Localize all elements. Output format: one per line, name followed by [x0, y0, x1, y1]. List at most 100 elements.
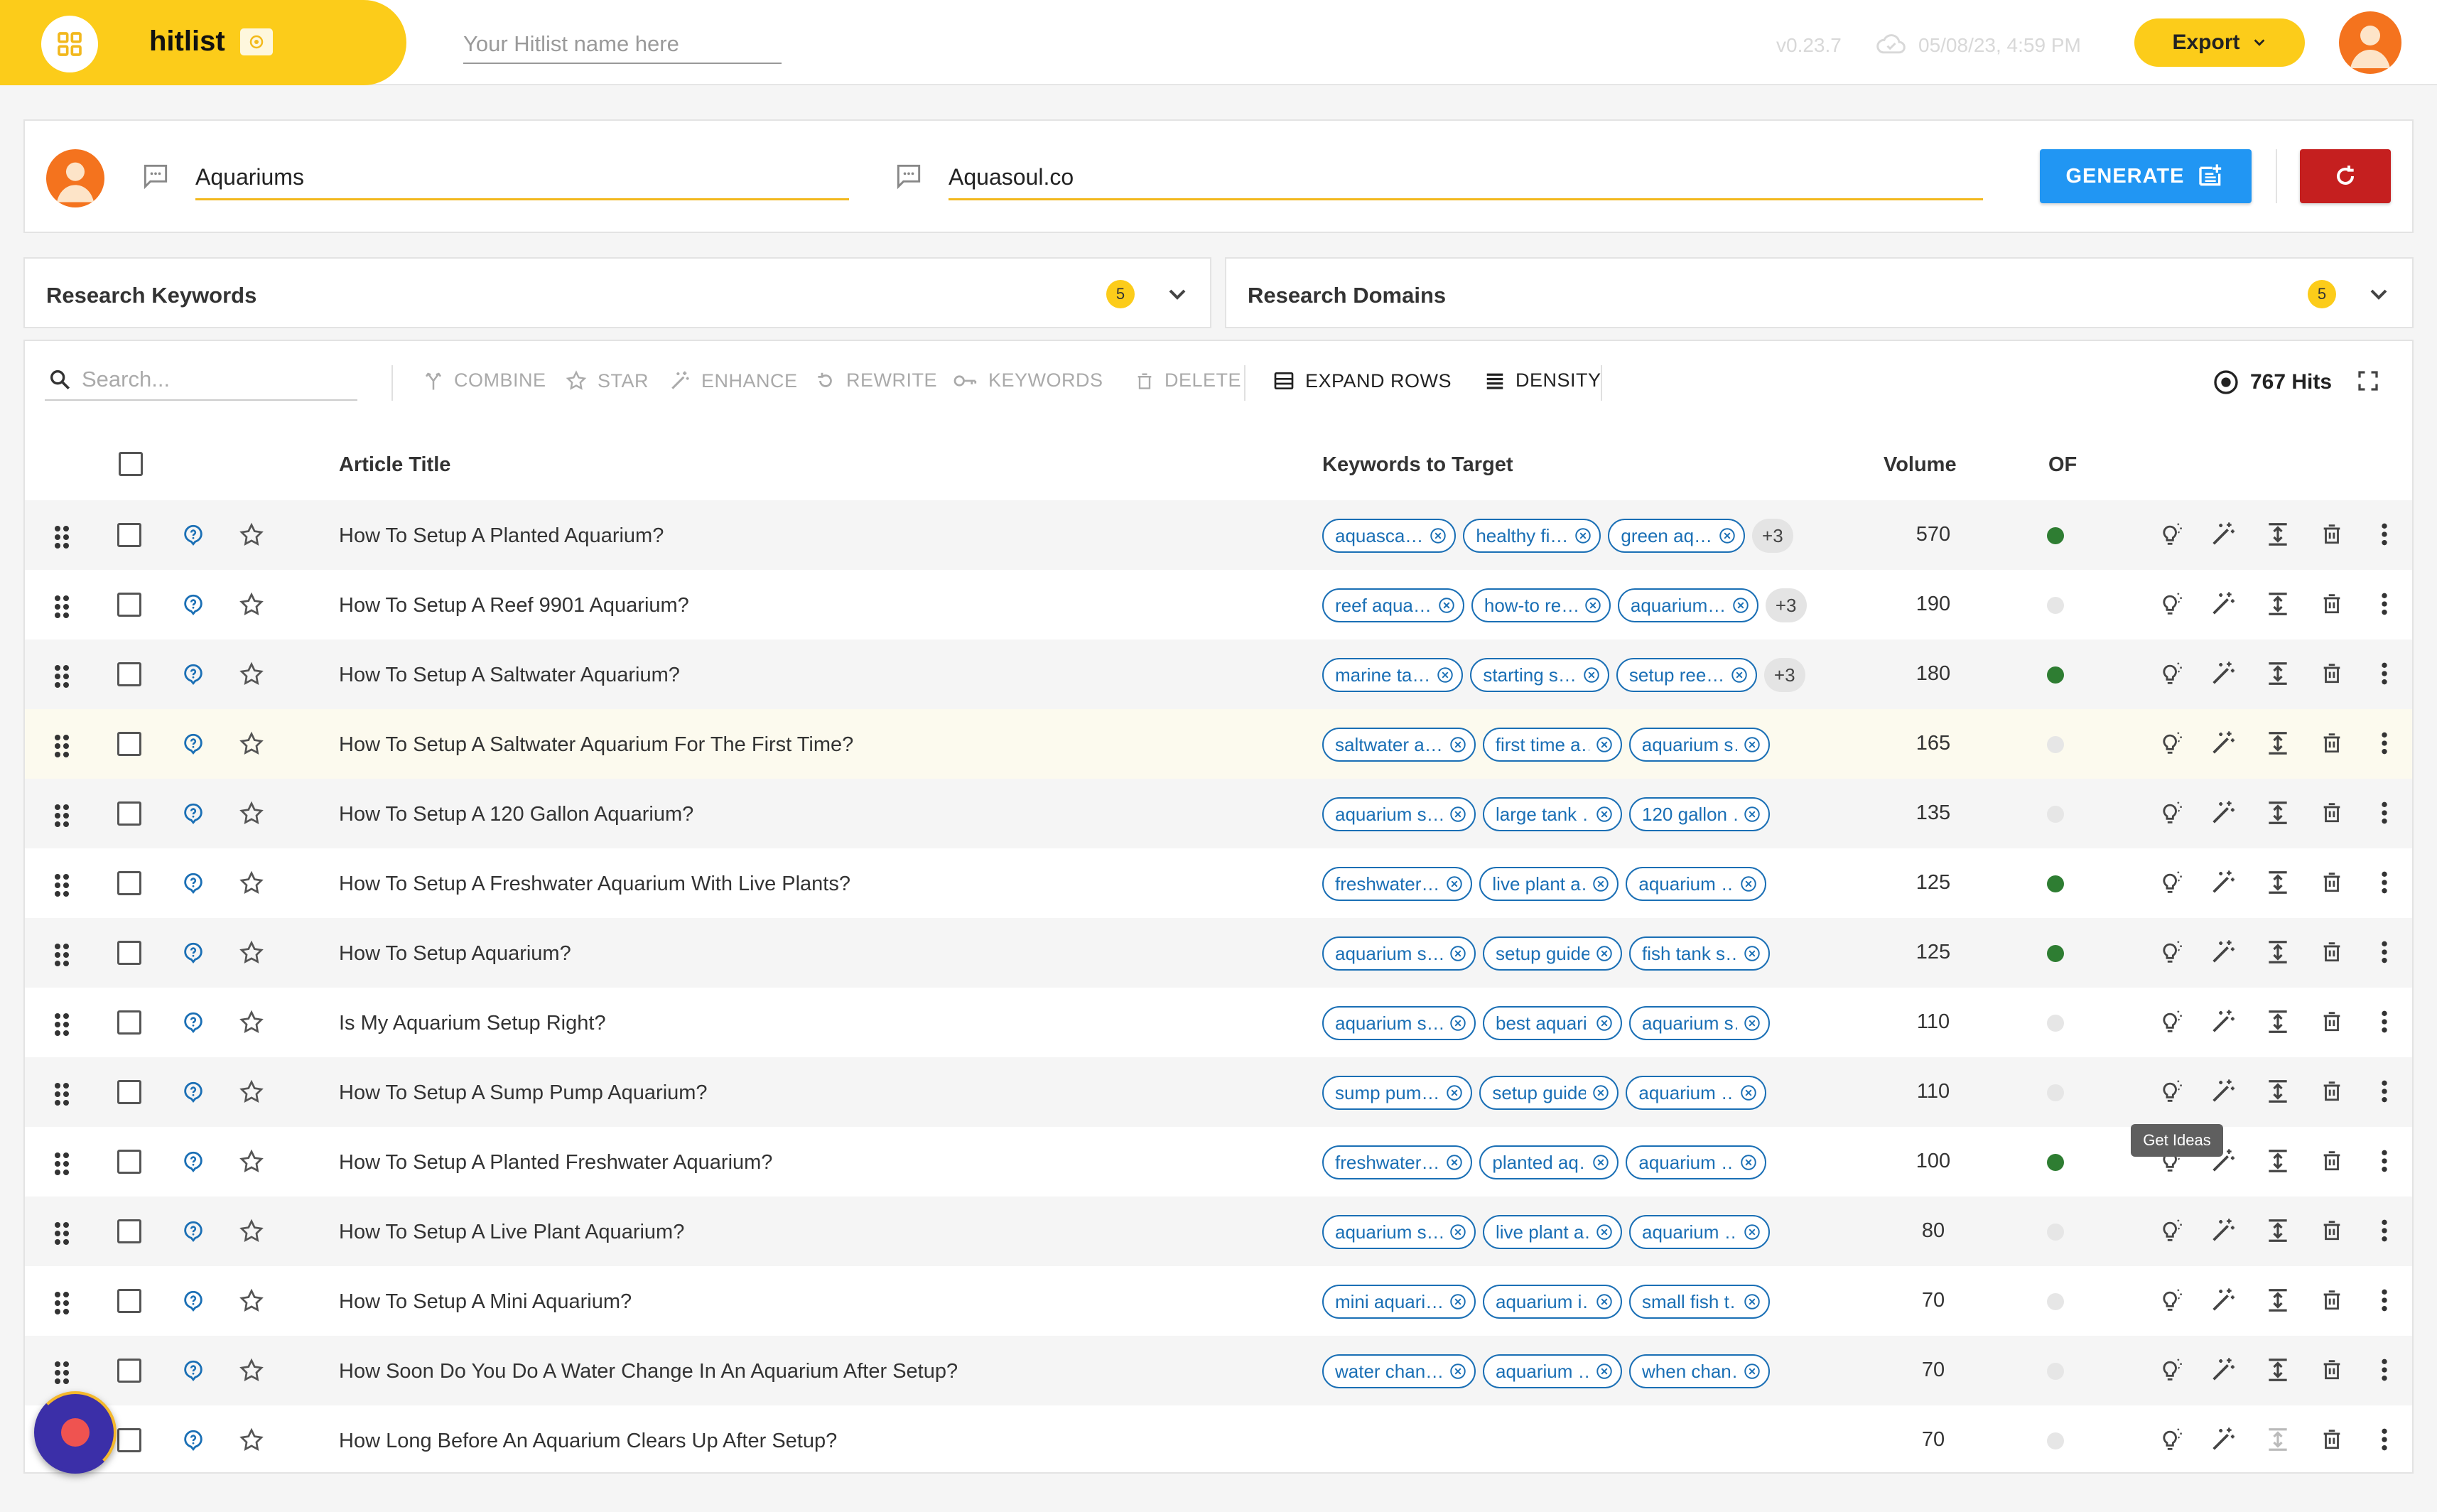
remove-chip-icon[interactable] — [1718, 526, 1736, 545]
star-icon[interactable] — [238, 591, 265, 618]
lightbulb-icon[interactable] — [2156, 1356, 2185, 1384]
generate-button[interactable]: GENERATE — [2040, 149, 2252, 203]
table-row[interactable]: How To Setup A Planted Freshwater Aquari… — [25, 1127, 2412, 1197]
star-icon[interactable] — [238, 1357, 265, 1384]
expand-icon[interactable] — [2264, 590, 2291, 618]
keyword-chip[interactable]: aquarium… — [1617, 588, 1758, 622]
expand-icon[interactable] — [2264, 799, 2291, 827]
remove-chip-icon[interactable] — [1445, 875, 1464, 893]
magic-wand-icon[interactable] — [2209, 659, 2237, 688]
more-keywords-chip[interactable]: +3 — [1765, 588, 1807, 622]
remove-chip-icon[interactable] — [1449, 1292, 1467, 1311]
remove-chip-icon[interactable] — [1743, 1362, 1761, 1381]
keyword-chip[interactable]: aquarium s… — [1628, 728, 1770, 762]
rewrite-button[interactable]: REWRITE — [815, 369, 937, 392]
lightbulb-icon[interactable] — [2156, 1077, 2185, 1106]
remove-chip-icon[interactable] — [1592, 875, 1610, 893]
remove-chip-icon[interactable] — [1574, 526, 1592, 545]
info-icon[interactable] — [181, 1080, 205, 1104]
star-icon[interactable] — [238, 730, 265, 757]
trash-icon[interactable] — [2320, 1286, 2344, 1313]
remove-chip-icon[interactable] — [1595, 1014, 1614, 1032]
info-icon[interactable] — [181, 1219, 205, 1243]
remove-chip-icon[interactable] — [1592, 1084, 1610, 1102]
drag-handle-icon[interactable] — [52, 593, 72, 621]
keyword-chip[interactable]: sump pum… — [1322, 1076, 1473, 1110]
column-volume[interactable]: Volume — [1884, 453, 1957, 477]
lightbulb-icon[interactable] — [2156, 1216, 2185, 1245]
remove-chip-icon[interactable] — [1743, 1014, 1761, 1032]
info-icon[interactable] — [181, 1150, 205, 1174]
keyword-chip[interactable]: saltwater a… — [1322, 728, 1476, 762]
info-icon[interactable] — [181, 1359, 205, 1383]
keyword-chip[interactable]: healthy fi… — [1463, 519, 1601, 553]
drag-handle-icon[interactable] — [52, 1010, 72, 1039]
expand-icon[interactable] — [2264, 659, 2291, 688]
lightbulb-icon[interactable] — [2156, 729, 2185, 757]
remove-chip-icon[interactable] — [1595, 1292, 1614, 1311]
keyword-chip[interactable]: live plant a… — [1483, 1215, 1622, 1249]
magic-wand-icon[interactable] — [2209, 868, 2237, 897]
keyword-chip[interactable]: freshwater… — [1322, 1145, 1473, 1179]
remove-chip-icon[interactable] — [1739, 1084, 1758, 1102]
remove-chip-icon[interactable] — [1595, 735, 1614, 754]
remove-chip-icon[interactable] — [1584, 596, 1602, 615]
remove-chip-icon[interactable] — [1436, 666, 1454, 684]
star-icon[interactable] — [238, 1218, 265, 1245]
row-checkbox[interactable] — [117, 801, 141, 826]
more-vert-icon[interactable] — [2379, 938, 2389, 966]
table-row[interactable]: How To Setup A 120 Gallon Aquarium? aqua… — [25, 779, 2412, 848]
row-checkbox[interactable] — [117, 1219, 141, 1243]
info-icon[interactable] — [181, 1428, 205, 1452]
table-row[interactable]: How To Setup A Sump Pump Aquarium? sump … — [25, 1057, 2412, 1127]
delete-button[interactable]: DELETE — [1135, 369, 1241, 392]
lightbulb-icon[interactable] — [2156, 938, 2185, 966]
article-title[interactable]: How To Setup A Live Plant Aquarium? — [339, 1221, 684, 1244]
remove-chip-icon[interactable] — [1449, 1223, 1467, 1241]
remove-chip-icon[interactable] — [1743, 805, 1761, 824]
trash-icon[interactable] — [2320, 590, 2344, 617]
table-row[interactable]: How To Setup A Live Plant Aquarium? aqua… — [25, 1197, 2412, 1266]
star-icon[interactable] — [238, 522, 265, 549]
article-title[interactable]: How To Setup A Sump Pump Aquarium? — [339, 1081, 708, 1105]
remove-chip-icon[interactable] — [1739, 1153, 1758, 1172]
enhance-button[interactable]: ENHANCE — [669, 369, 798, 392]
keyword-chip[interactable]: marine ta… — [1322, 658, 1464, 692]
keyword-chip[interactable]: reef aqua… — [1322, 588, 1464, 622]
trash-icon[interactable] — [2320, 659, 2344, 686]
keyword-chip[interactable]: freshwater… — [1322, 867, 1473, 901]
row-checkbox[interactable] — [117, 1010, 141, 1035]
row-checkbox[interactable] — [117, 941, 141, 965]
star-icon[interactable] — [238, 1009, 265, 1036]
keyword-chip[interactable]: aquarium … — [1626, 1145, 1767, 1179]
keyword-chip[interactable]: water chan… — [1322, 1354, 1476, 1388]
table-row[interactable]: How To Setup Aquarium? aquarium s… setup… — [25, 918, 2412, 988]
row-checkbox[interactable] — [117, 732, 141, 756]
column-keywords[interactable]: Keywords to Target — [1322, 453, 1513, 477]
trash-icon[interactable] — [2320, 1425, 2344, 1452]
star-icon[interactable] — [238, 661, 265, 688]
info-icon[interactable] — [181, 1010, 205, 1035]
keyword-chip[interactable]: best aquari… — [1483, 1006, 1622, 1040]
more-keywords-chip[interactable]: +3 — [1752, 519, 1793, 553]
remove-chip-icon[interactable] — [1582, 666, 1601, 684]
star-icon[interactable] — [238, 800, 265, 827]
keyword-chip[interactable]: aquarium … — [1483, 1354, 1622, 1388]
keywords-button[interactable]: KEYWORDS — [953, 369, 1103, 392]
select-all-checkbox[interactable] — [119, 452, 143, 476]
info-icon[interactable] — [181, 662, 205, 686]
drag-handle-icon[interactable] — [52, 1150, 72, 1178]
table-row[interactable]: How To Setup A Saltwater Aquarium For Th… — [25, 709, 2412, 779]
trash-icon[interactable] — [2320, 1077, 2344, 1104]
more-vert-icon[interactable] — [2379, 520, 2389, 549]
lightbulb-icon[interactable] — [2156, 659, 2185, 688]
record-button[interactable] — [34, 1391, 117, 1474]
more-vert-icon[interactable] — [2379, 590, 2389, 618]
magic-wand-icon[interactable] — [2209, 1008, 2237, 1036]
remove-chip-icon[interactable] — [1595, 1362, 1614, 1381]
expand-rows-button[interactable]: EXPAND ROWS — [1272, 369, 1452, 392]
expand-icon[interactable] — [2264, 1077, 2291, 1106]
remove-chip-icon[interactable] — [1731, 596, 1750, 615]
keyword-chip[interactable]: aquarium s… — [1322, 797, 1476, 831]
keyword-chip[interactable]: how-to re… — [1471, 588, 1611, 622]
